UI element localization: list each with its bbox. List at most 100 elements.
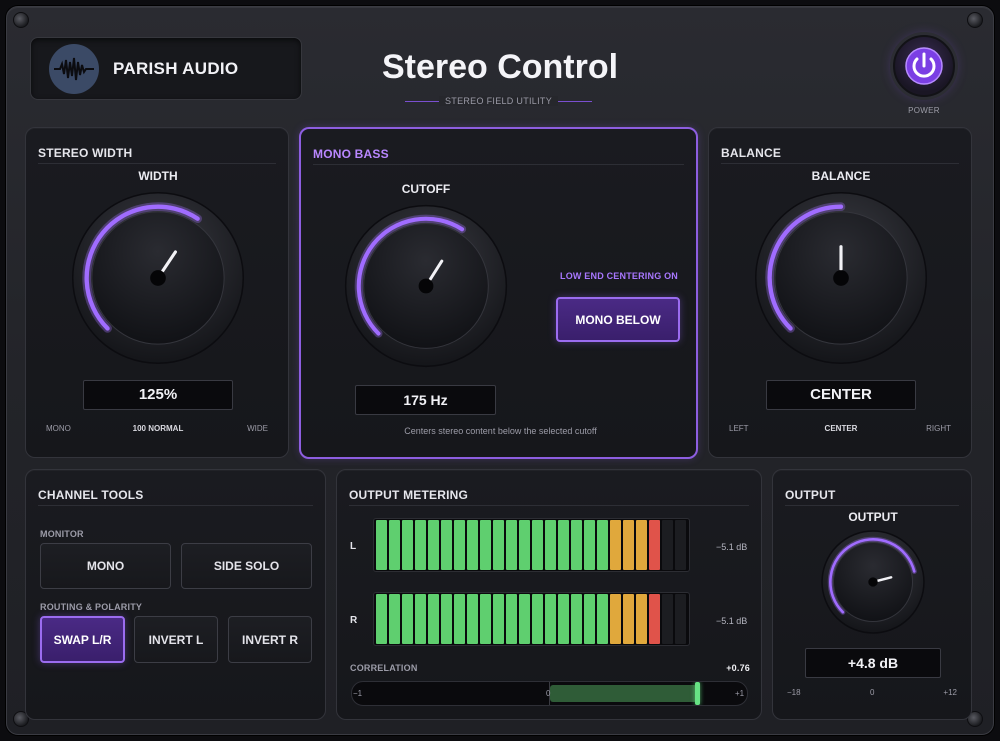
meter-segment xyxy=(584,520,595,570)
meter-segment xyxy=(623,520,634,570)
divider xyxy=(349,505,749,506)
invert-r-button[interactable]: INVERT R xyxy=(228,616,312,663)
meter-segment xyxy=(402,594,413,644)
stereo-width-panel: STEREO WIDTH WIDTH 125% MONO 100 NORMAL … xyxy=(25,127,289,458)
left-level-meter xyxy=(373,518,690,572)
corr-mid-label: 0 xyxy=(546,689,551,698)
correlation-value: +0.76 xyxy=(726,663,750,673)
monitor-label: MONITOR xyxy=(40,529,84,539)
meter-segment xyxy=(402,520,413,570)
right-db-readout: −5.1 dB xyxy=(716,616,748,626)
meter-segment xyxy=(506,594,517,644)
swap-lr-button[interactable]: SWAP L/R xyxy=(40,616,125,663)
panel-heading: MONO BASS xyxy=(313,147,389,161)
meter-segment xyxy=(480,520,491,570)
meter-segment xyxy=(532,520,543,570)
panel-heading: BALANCE xyxy=(721,146,782,160)
screw-icon xyxy=(967,12,983,28)
meter-segment xyxy=(519,594,530,644)
left-channel-label: L xyxy=(350,541,357,552)
meter-segment xyxy=(376,594,387,644)
output-gain-knob[interactable] xyxy=(821,530,925,634)
routing-polarity-label: ROUTING & POLARITY xyxy=(40,602,143,612)
meter-segment xyxy=(389,594,400,644)
meter-segment xyxy=(662,520,673,570)
meter-segment xyxy=(454,594,465,644)
meter-segment xyxy=(441,520,452,570)
meter-segment xyxy=(389,520,400,570)
meter-segment xyxy=(545,520,556,570)
meter-segment xyxy=(610,594,621,644)
correlation-label: CORRELATION xyxy=(350,663,418,673)
power-label: POWER xyxy=(908,106,940,115)
cutoff-value-readout: 175 Hz xyxy=(355,385,496,415)
meter-segment xyxy=(558,520,569,570)
divider xyxy=(785,505,959,506)
page-title: Stereo Control xyxy=(381,48,619,86)
knob-hub xyxy=(833,270,849,286)
right-channel-label: R xyxy=(350,615,358,626)
scale-max-label: WIDE xyxy=(247,424,268,433)
divider xyxy=(721,163,959,164)
meter-segment xyxy=(415,594,426,644)
meter-segment xyxy=(649,594,660,644)
meter-segment xyxy=(441,594,452,644)
output-scale-max: +12 xyxy=(943,688,957,697)
knob-label: CUTOFF xyxy=(401,182,451,196)
output-scale-min: −18 xyxy=(787,688,801,697)
meter-segment xyxy=(571,520,582,570)
meter-segment xyxy=(493,594,504,644)
meter-segment xyxy=(454,520,465,570)
knob-label: BALANCE xyxy=(811,169,871,183)
meter-segment xyxy=(532,594,543,644)
output-panel: OUTPUT OUTPUT +4.8 dB −18 0 +12 xyxy=(772,469,972,720)
corr-max-label: +1 xyxy=(735,689,745,698)
balance-value-readout: CENTER xyxy=(766,380,916,410)
side-solo-button[interactable]: SIDE SOLO xyxy=(181,543,312,589)
knob-hub xyxy=(150,270,166,286)
mono-bass-status: LOW END CENTERING ON xyxy=(560,271,678,281)
meter-segment xyxy=(584,594,595,644)
output-value-readout: +4.8 dB xyxy=(805,648,941,678)
meter-segment xyxy=(675,520,686,570)
corr-min-label: −1 xyxy=(353,689,363,698)
knob-label: WIDTH xyxy=(138,169,178,183)
meter-segment xyxy=(428,520,439,570)
power-button[interactable] xyxy=(893,35,955,97)
mono-monitor-button[interactable]: MONO xyxy=(40,543,171,589)
mono-below-button[interactable]: MONO BELOW xyxy=(556,297,680,342)
correlation-fill xyxy=(549,685,697,702)
mono-bass-description: Centers stereo content below the selecte… xyxy=(404,426,597,436)
panel-heading: OUTPUT xyxy=(785,488,836,502)
right-level-meter xyxy=(373,592,690,646)
width-knob[interactable] xyxy=(71,191,245,365)
meter-segment xyxy=(636,520,647,570)
balance-knob[interactable] xyxy=(754,191,928,365)
meter-segment xyxy=(636,594,647,644)
knob-label: OUTPUT xyxy=(848,510,898,524)
meter-segment xyxy=(467,594,478,644)
panel-heading: OUTPUT METERING xyxy=(349,488,468,502)
meter-segment xyxy=(415,520,426,570)
scale-right-label: RIGHT xyxy=(926,424,951,433)
meter-segment xyxy=(675,594,686,644)
knob-hub xyxy=(418,278,434,294)
divider xyxy=(38,163,276,164)
meter-segment xyxy=(649,520,660,570)
divider xyxy=(313,164,684,165)
meter-segment xyxy=(597,594,608,644)
meter-segment xyxy=(428,594,439,644)
meter-segment xyxy=(545,594,556,644)
output-scale-mid: 0 xyxy=(870,688,875,697)
invert-l-button[interactable]: INVERT L xyxy=(134,616,218,663)
meter-segment xyxy=(480,594,491,644)
cutoff-knob[interactable] xyxy=(344,204,508,368)
meter-segment xyxy=(571,594,582,644)
divider xyxy=(38,505,313,506)
meter-segment xyxy=(506,520,517,570)
meter-segment xyxy=(493,520,504,570)
subtitle-rule: STEREO FIELD UTILITY xyxy=(405,94,592,108)
meter-segment xyxy=(662,594,673,644)
screw-icon xyxy=(13,12,29,28)
panel-heading: CHANNEL TOOLS xyxy=(38,488,144,502)
